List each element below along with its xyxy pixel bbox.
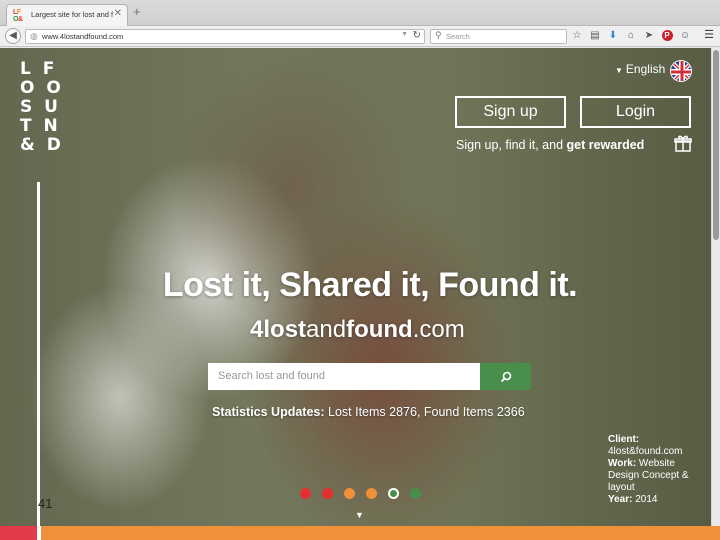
reload-icon[interactable]: ↻ [413, 30, 421, 41]
gift-icon [674, 134, 692, 152]
back-button[interactable]: ◀ [5, 28, 21, 44]
statistics-updates: Statistics Updates: Lost Items 2876, Fou… [212, 405, 525, 419]
hero-domain: 4lostandfound.com [250, 316, 465, 344]
back-arrow-icon: ◀ [9, 30, 17, 41]
footer-orange-block [41, 526, 720, 540]
language-label: English [625, 62, 666, 76]
footer-red-block [0, 526, 37, 540]
slider-dots [300, 488, 421, 499]
home-icon[interactable]: ⌂ [624, 28, 638, 44]
client-info: Client: 4lost&found.com Work: Website De… [608, 434, 703, 506]
signup-button[interactable]: Sign up [455, 96, 566, 128]
reward-tagline: Sign up, find it, and get rewarded [456, 138, 644, 152]
reward-strong-text: get rewarded [566, 138, 645, 152]
work-label: Work: [608, 458, 637, 469]
logo-row: T N [20, 116, 61, 136]
browser-search-placeholder: Search [446, 32, 470, 41]
tab-title: Largest site for lost and fou... [31, 10, 113, 19]
slider-dot[interactable] [366, 488, 377, 499]
new-tab-button[interactable]: + [133, 5, 141, 19]
domain-part: found [346, 316, 413, 343]
page-scrollbar[interactable] [711, 48, 720, 526]
logo-row: L F [20, 59, 58, 79]
hero-background: L F O O S U T N & D ▼ English Sign up Log… [0, 48, 711, 526]
clipboard-icon[interactable]: ▤ [588, 28, 602, 44]
menu-icon[interactable]: ☰ [704, 28, 714, 41]
globe-icon: ◍ [30, 31, 38, 41]
search-icon: ⚲ [435, 30, 442, 40]
language-selector[interactable]: ▼ English [615, 62, 665, 76]
navigation-bar: ◀ ◍ www.4lostandfound.com ▼ ↻ ⚲ Search ☆… [0, 26, 720, 47]
send-icon[interactable]: ➤ [642, 28, 656, 44]
url-text: www.4lostandfound.com [42, 32, 124, 41]
url-bar[interactable]: ◍ www.4lostandfound.com ▼ ↻ [25, 29, 425, 44]
client-value: 4lost&found.com [608, 446, 683, 457]
tab-active[interactable]: LFO& Largest site for lost and fou... ✕ [6, 4, 128, 27]
domain-part: .com [412, 316, 465, 343]
login-button[interactable]: Login [580, 96, 691, 128]
url-dropdown-icon[interactable]: ▼ [401, 31, 408, 38]
domain-part: 4 [250, 316, 264, 343]
lost-found-search-input[interactable]: Search lost and found [208, 363, 480, 390]
uk-flag-icon[interactable] [670, 60, 692, 82]
toolbar-icons: ☆ ▤ ⬇ ⌂ ➤ P ☺ [570, 28, 692, 44]
search-button[interactable] [480, 363, 531, 390]
site-logo[interactable]: L F O O S U T N & D [20, 60, 64, 155]
star-icon[interactable]: ☆ [570, 28, 584, 44]
download-icon[interactable]: ⬇ [606, 28, 620, 44]
slider-dot[interactable] [344, 488, 355, 499]
favicon-icon: LF O& [13, 9, 23, 23]
pinterest-icon[interactable]: P [660, 28, 674, 44]
vertical-divider [37, 182, 40, 526]
tab-close-icon[interactable]: ✕ [114, 8, 122, 19]
logo-row: O O [20, 78, 64, 98]
year-value: 2014 [632, 494, 658, 505]
hero-title: Lost it, Shared it, Found it. [162, 266, 578, 304]
client-label: Client: [608, 434, 640, 445]
slider-dot[interactable] [410, 488, 421, 499]
year-label: Year: [608, 494, 633, 505]
slider-dot[interactable] [388, 488, 399, 499]
search-placeholder: Search lost and found [218, 370, 326, 382]
stats-label: Statistics Updates: [212, 405, 325, 419]
logo-row: S U [20, 97, 61, 117]
slider-dot[interactable] [322, 488, 333, 499]
magnifier-icon [500, 371, 511, 382]
browser-search-field[interactable]: ⚲ Search [430, 29, 567, 44]
logo-row: & D [20, 135, 64, 155]
scroll-down-arrow-icon[interactable]: ▼ [355, 510, 364, 520]
tab-strip: LFO& Largest site for lost and fou... ✕ … [0, 0, 720, 27]
page-number: 41 [38, 496, 53, 511]
caret-down-icon: ▼ [615, 66, 623, 75]
browser-window: LFO& Largest site for lost and fou... ✕ … [0, 0, 720, 540]
chat-icon[interactable]: ☺ [678, 28, 692, 44]
slider-dot[interactable] [300, 488, 311, 499]
domain-part: and [306, 316, 347, 343]
scrollbar-thumb[interactable] [713, 50, 719, 240]
stats-value: Lost Items 2876, Found Items 2366 [324, 405, 525, 419]
slide-footer-bar [0, 526, 720, 540]
domain-part: lost [263, 316, 307, 343]
reward-text: Sign up, find it, and [456, 138, 567, 152]
